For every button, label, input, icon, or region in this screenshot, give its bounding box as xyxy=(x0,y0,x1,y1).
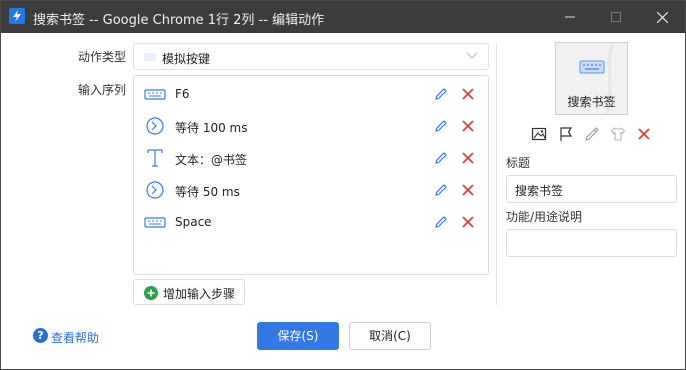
list-item[interactable]: 等待 50 ms xyxy=(134,174,488,206)
sequence-step-text: 文本：@书签 xyxy=(175,153,248,167)
input-sequence-label: 输入序列 xyxy=(78,83,127,97)
action-type-select[interactable]: 模拟按键 xyxy=(133,43,489,70)
delete-icon[interactable] xyxy=(460,86,476,102)
delete-icon[interactable] xyxy=(460,214,476,230)
app-logo-icon xyxy=(9,8,25,24)
save-button[interactable]: 保存(S) xyxy=(257,322,339,350)
help-icon: ? xyxy=(33,328,48,343)
action-preview-tile[interactable]: 搜索书签 xyxy=(555,42,628,115)
close-icon xyxy=(656,11,668,23)
title-label: 标题 xyxy=(506,156,531,170)
maximize-icon xyxy=(611,12,621,22)
action-type-value: 模拟按键 xyxy=(162,52,211,66)
add-input-step-button[interactable]: 增加输入步骤 xyxy=(133,279,245,305)
edit-icon[interactable] xyxy=(433,214,449,230)
title-bar: 搜索书签 -- Google Chrome 1行 2列 -- 编辑动作 xyxy=(1,1,685,33)
delete-icon[interactable] xyxy=(460,150,476,166)
delete-icon[interactable] xyxy=(636,126,652,142)
clock-icon xyxy=(146,181,164,199)
edit-icon[interactable] xyxy=(433,182,449,198)
edit-icon[interactable] xyxy=(433,150,449,166)
maximize-button[interactable] xyxy=(593,1,639,33)
title-input[interactable]: 搜索书签 xyxy=(506,175,677,203)
close-button[interactable] xyxy=(639,1,685,33)
list-item[interactable]: 等待 100 ms xyxy=(134,110,488,142)
edit-icon[interactable] xyxy=(433,86,449,102)
minimize-icon xyxy=(565,16,575,18)
title-input-value: 搜索书签 xyxy=(515,184,564,198)
help-link-label: 查看帮助 xyxy=(51,331,100,345)
sequence-step-text: Space xyxy=(175,215,212,229)
cancel-button[interactable]: 取消(C) xyxy=(349,322,431,350)
plus-icon xyxy=(144,286,158,300)
list-item[interactable]: 文本：@书签 xyxy=(134,142,488,174)
clock-icon xyxy=(146,117,164,135)
keyboard-icon xyxy=(144,89,166,100)
delete-icon[interactable] xyxy=(460,118,476,134)
keyboard-icon xyxy=(579,60,605,74)
text-icon xyxy=(147,149,163,167)
description-input[interactable] xyxy=(506,229,677,257)
description-label: 功能/用途说明 xyxy=(506,210,583,224)
sequence-step-text: 等待 100 ms xyxy=(175,121,248,135)
edit-icon[interactable] xyxy=(433,118,449,134)
list-item[interactable]: F6 xyxy=(134,78,488,110)
shirt-icon[interactable] xyxy=(610,126,626,142)
list-item[interactable]: Space xyxy=(134,206,488,238)
divider xyxy=(496,43,497,305)
sequence-step-text: F6 xyxy=(175,87,190,101)
keyboard-icon xyxy=(144,53,156,61)
sequence-step-text: 等待 50 ms xyxy=(175,185,240,199)
minimize-button[interactable] xyxy=(547,1,593,33)
action-type-label: 动作类型 xyxy=(78,50,127,64)
flag-icon[interactable] xyxy=(558,126,574,142)
add-input-step-label: 增加输入步骤 xyxy=(163,287,236,301)
edit-action-dialog: 搜索书签 -- Google Chrome 1行 2列 -- 编辑动作 动作类型… xyxy=(0,0,686,370)
preview-label: 搜索书签 xyxy=(567,95,616,109)
delete-icon[interactable] xyxy=(460,182,476,198)
keyboard-icon xyxy=(144,217,166,228)
image-icon[interactable] xyxy=(531,126,547,142)
input-sequence-list: F6 等待 100 ms 文本：@书签 等待 50 ms Space xyxy=(133,75,489,275)
eyedropper-icon[interactable] xyxy=(584,126,600,142)
window-title: 搜索书签 -- Google Chrome 1行 2列 -- 编辑动作 xyxy=(33,13,325,28)
chevron-down-icon xyxy=(466,52,478,59)
